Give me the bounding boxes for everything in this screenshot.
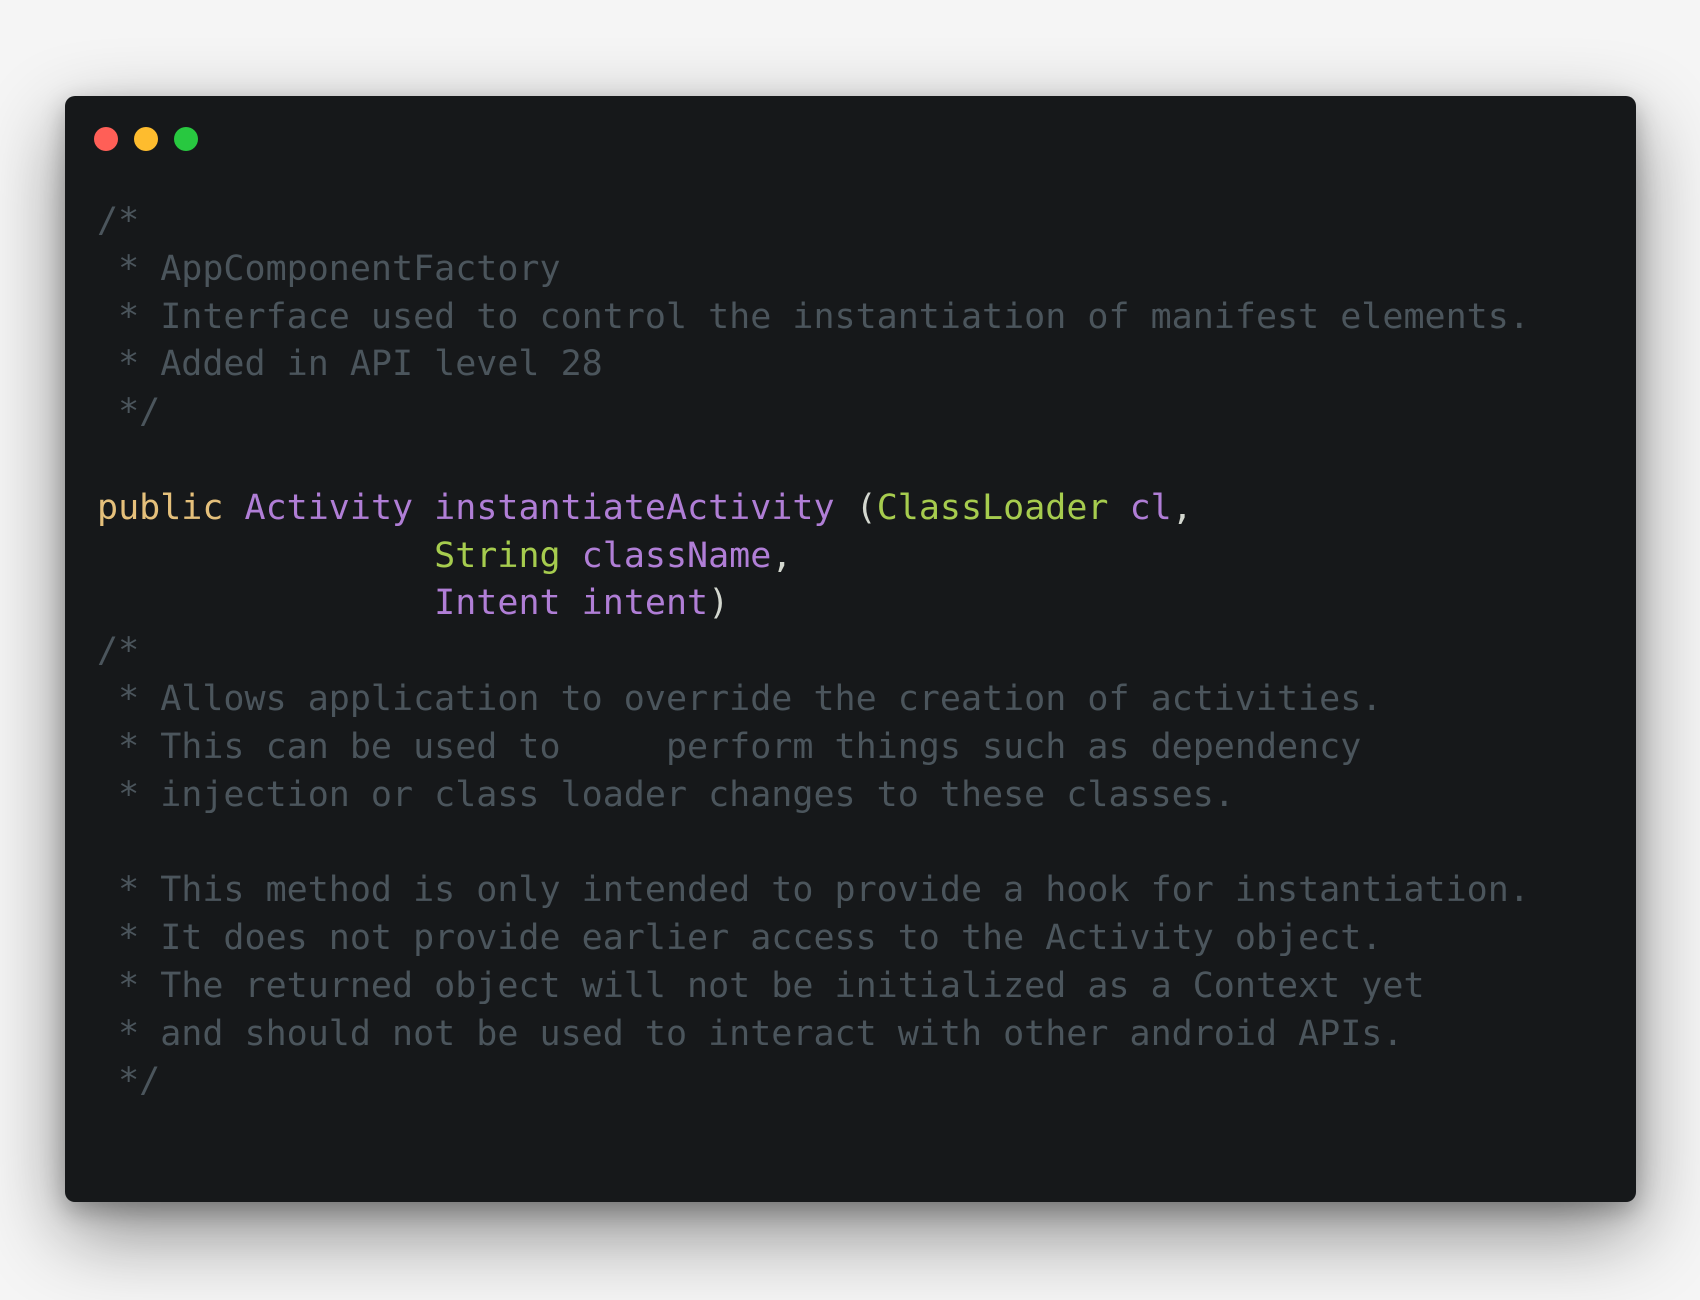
code-token-comment: * and should not be used to interact wit…: [97, 1013, 1404, 1054]
code-token-comment: /*: [97, 631, 140, 672]
code-token-comment: * AppComponentFactory: [97, 248, 561, 289]
code-token-comment: */: [97, 1061, 161, 1102]
code-token-punct: (: [834, 487, 877, 528]
code-token-comment: /*: [97, 201, 140, 241]
code-line: * Allows application to override the cre…: [97, 676, 1530, 724]
code-line: /*: [97, 198, 1530, 246]
code-line: * This method is only intended to provid…: [97, 867, 1530, 915]
code-token-comment: * Interface used to control the instanti…: [97, 296, 1530, 337]
code-token-keyword: public: [97, 487, 224, 528]
code-window: /* * AppComponentFactory * Interface use…: [65, 96, 1636, 1202]
code-line: * This can be used to perform things suc…: [97, 724, 1530, 772]
minimize-button[interactable]: [134, 127, 158, 151]
maximize-button[interactable]: [174, 127, 198, 151]
code-token-param-type: ClassLoader: [876, 487, 1109, 528]
code-line: public Activity instantiateActivity (Cla…: [97, 485, 1530, 533]
code-token-punct: [1109, 488, 1130, 528]
code-line: * It does not provide earlier access to …: [97, 915, 1530, 963]
code-line: * AppComponentFactory: [97, 246, 1530, 294]
code-token-comment: * This can be used to perform things suc…: [97, 726, 1362, 767]
code-line: * Added in API level 28: [97, 341, 1530, 389]
code-line: */: [97, 389, 1530, 437]
code-line: * injection or class loader changes to t…: [97, 772, 1530, 820]
code-line: * Interface used to control the instanti…: [97, 294, 1530, 342]
code-line: Intent intent): [97, 580, 1530, 628]
window-controls: [94, 127, 198, 151]
close-button[interactable]: [94, 127, 118, 151]
code-token-punct: ,: [771, 535, 793, 576]
code-token-comment: * Added in API level 28: [97, 344, 603, 385]
code-token-punct: [223, 488, 244, 528]
code-token-punct: [561, 536, 582, 576]
code-token-comment: * Allows application to override the cre…: [97, 678, 1383, 719]
code-token-param-type: String: [434, 535, 561, 576]
code-line: /*: [97, 628, 1530, 676]
code-token-type: Intent: [434, 583, 561, 624]
code-token-punct: [561, 583, 582, 623]
code-line: String className,: [97, 533, 1530, 581]
code-block: /* * AppComponentFactory * Interface use…: [97, 198, 1530, 1106]
code-token-comment: * injection or class loader changes to t…: [97, 774, 1235, 815]
code-line: * and should not be used to interact wit…: [97, 1011, 1530, 1059]
code-token-method: instantiateActivity: [434, 487, 835, 528]
code-line: */: [97, 1058, 1530, 1106]
code-token-comment: * It does not provide earlier access to …: [97, 917, 1383, 958]
code-token-punct: ,: [1171, 487, 1193, 528]
code-token-comment: */: [97, 392, 161, 433]
code-token-comment: * The returned object will not be initia…: [97, 965, 1425, 1006]
code-token-comment: * This method is only intended to provid…: [97, 870, 1530, 911]
code-token-type: Activity: [244, 487, 414, 528]
code-token-punct: ): [708, 583, 730, 624]
code-line: * The returned object will not be initia…: [97, 963, 1530, 1011]
code-token-punct: [413, 488, 434, 528]
code-token-punct: [97, 583, 434, 623]
code-token-param-name: intent: [581, 583, 709, 624]
code-token-param-name: cl: [1129, 487, 1172, 528]
code-token-punct: [97, 536, 434, 576]
code-token-param-name: className: [581, 535, 772, 576]
